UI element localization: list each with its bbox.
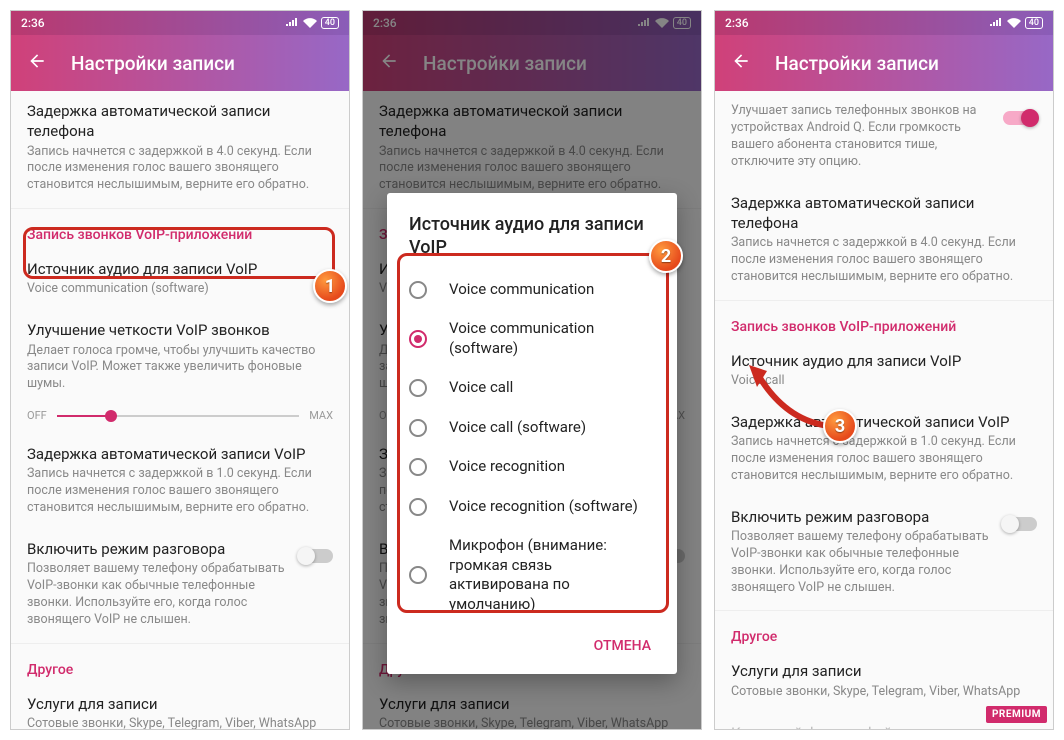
label: Источник аудио для записи VoIP (731, 351, 1037, 371)
radio-icon[interactable] (409, 566, 427, 584)
app-bar: Настройки записи (11, 35, 349, 91)
label: Задержка автоматической записи VoIP (731, 412, 1037, 432)
app-title: Настройки записи (775, 52, 939, 75)
radio-option[interactable]: Voice communication (software) (387, 309, 677, 368)
label: Задержка автоматической записи телефона (27, 101, 333, 142)
label: Задержка автоматической записи телефона (731, 193, 1037, 234)
item-voip-source[interactable]: Источник аудио для записи VoIP Voice com… (11, 249, 349, 310)
item-phone-delay[interactable]: Задержка автоматической записи телефона … (11, 91, 349, 206)
status-icons: 40 (285, 17, 339, 29)
section-voip: Запись звонков VoIP-приложений (11, 211, 349, 249)
radio-label: Voice call (software) (449, 418, 586, 438)
radio-option[interactable]: Voice call (387, 368, 677, 408)
item-voip-delay[interactable]: Задержка автоматической записи VoIP Запи… (715, 402, 1053, 497)
sub: Сотовые звонки, Skype, Telegram, Viber, … (27, 716, 333, 730)
switch-off[interactable] (299, 549, 333, 563)
callout-bubble-1: 1 (313, 269, 347, 303)
screen-2: 2:36 40 Настройки записи Задержка автома… (362, 10, 702, 730)
status-bar: 2:36 40 (11, 11, 349, 35)
label: Услуги для записи (27, 694, 333, 714)
app-title: Настройки записи (71, 52, 235, 75)
sub: Voice call (731, 373, 1037, 390)
label: Включить режим разговора (731, 507, 995, 527)
radio-option[interactable]: Voice recognition (387, 447, 677, 487)
app-bar: Настройки записи (715, 35, 1053, 91)
content: Задержка автоматической записи телефона … (11, 91, 349, 730)
radio-icon[interactable] (409, 498, 427, 516)
label: Улучшение четкости VoIP звонков (27, 320, 333, 340)
radio-option[interactable]: Voice call (software) (387, 408, 677, 448)
status-time: 2:36 (21, 16, 45, 30)
radio-icon[interactable] (409, 330, 427, 348)
label: Услуги для записи (731, 661, 1037, 681)
label: Задержка автоматической записи VoIP (27, 444, 333, 464)
switch-on[interactable] (1003, 111, 1037, 125)
sub: Запись начнется с задержкой в 4.0 секунд… (27, 144, 333, 195)
dialog-audio-source: Источник аудио для записи VoIP Voice com… (387, 193, 677, 674)
radio-label: Voice call (449, 378, 513, 398)
item-services[interactable]: Услуги для записи Сотовые звонки, Skype,… (11, 684, 349, 730)
sub: Позволяет вашему телефону обрабатывать V… (731, 529, 995, 597)
status-icons: 40 (989, 17, 1043, 29)
dialog-title: Источник аудио для записи VoIP (387, 213, 677, 270)
sub: Запись начнется с задержкой в 1.0 секунд… (731, 434, 1037, 485)
callout-bubble-2: 2 (649, 239, 683, 273)
radio-option[interactable]: Voice communication (387, 270, 677, 310)
radio-label: Микрофон (внимание: громкая связь активи… (449, 536, 655, 614)
sub: Улучшает запись телефонных звонков на ус… (731, 103, 995, 171)
section-other: Другое (715, 613, 1053, 651)
sub: Делает голоса громче, чтобы улучшить кач… (27, 343, 333, 394)
slider-min: OFF (27, 409, 47, 422)
radio-icon[interactable] (409, 458, 427, 476)
content: Улучшает запись телефонных звонков на ус… (715, 91, 1053, 730)
item-voip-delay[interactable]: Задержка автоматической записи VoIP Запи… (11, 434, 349, 529)
premium-badge: PREMIUM (986, 706, 1047, 723)
item-talk-mode[interactable]: Включить режим разговора Позволяет вашем… (11, 529, 349, 641)
label: Включить режим разговора (27, 539, 291, 559)
sub: Запись начнется с задержкой в 1.0 секунд… (27, 466, 333, 517)
sub: Запись начнется с задержкой в 4.0 секунд… (731, 235, 1037, 286)
radio-label: Voice recognition (software) (449, 497, 638, 517)
screen-3: 2:36 40 Настройки записи Улучшает запись… (714, 10, 1054, 730)
radio-label: Voice communication (449, 280, 594, 300)
item-talk-mode[interactable]: Включить режим разговора Позволяет вашем… (715, 497, 1053, 609)
radio-option[interactable]: Voice recognition (software) (387, 487, 677, 527)
radio-icon[interactable] (409, 419, 427, 437)
item-voip-source[interactable]: Источник аудио для записи VoIP Voice cal… (715, 341, 1053, 402)
callout-bubble-3: 3 (823, 409, 857, 443)
status-bar: 2:36 40 (715, 11, 1053, 35)
dialog-cancel-button[interactable]: ОТМЕНА (584, 630, 661, 662)
sub: Сотовые звонки, Skype, Telegram, Viber, … (731, 684, 1037, 701)
radio-label: Voice communication (software) (449, 319, 655, 358)
sub: Voice communication (software) (27, 281, 333, 298)
item-android-q[interactable]: Улучшает запись телефонных звонков на ус… (715, 91, 1053, 183)
label: Источник аудио для записи VoIP (27, 259, 333, 279)
status-time: 2:36 (725, 16, 749, 30)
switch-off[interactable] (1003, 517, 1037, 531)
radio-icon[interactable] (409, 281, 427, 299)
back-icon[interactable] (731, 51, 751, 76)
section-voip: Запись звонков VoIP-приложений (715, 303, 1053, 341)
item-phone-delay[interactable]: Задержка автоматической записи телефона … (715, 183, 1053, 298)
radio-option[interactable]: Микрофон (внимание: громкая связь активи… (387, 526, 677, 624)
clarity-slider[interactable]: OFF MAX (11, 405, 349, 434)
radio-icon[interactable] (409, 379, 427, 397)
slider-max: MAX (309, 409, 333, 422)
section-other: Другое (11, 646, 349, 684)
sub: Позволяет вашему телефону обрабатывать V… (27, 561, 291, 629)
item-services[interactable]: Услуги для записи Сотовые звонки, Skype,… (715, 651, 1053, 712)
back-icon[interactable] (27, 51, 47, 76)
item-voip-clarity[interactable]: Улучшение четкости VoIP звонков Делает г… (11, 310, 349, 405)
radio-label: Voice recognition (449, 457, 565, 477)
label: Конечный формат файлов (731, 723, 1037, 731)
screen-1: 2:36 40 Настройки записи Задержка автома… (10, 10, 350, 730)
